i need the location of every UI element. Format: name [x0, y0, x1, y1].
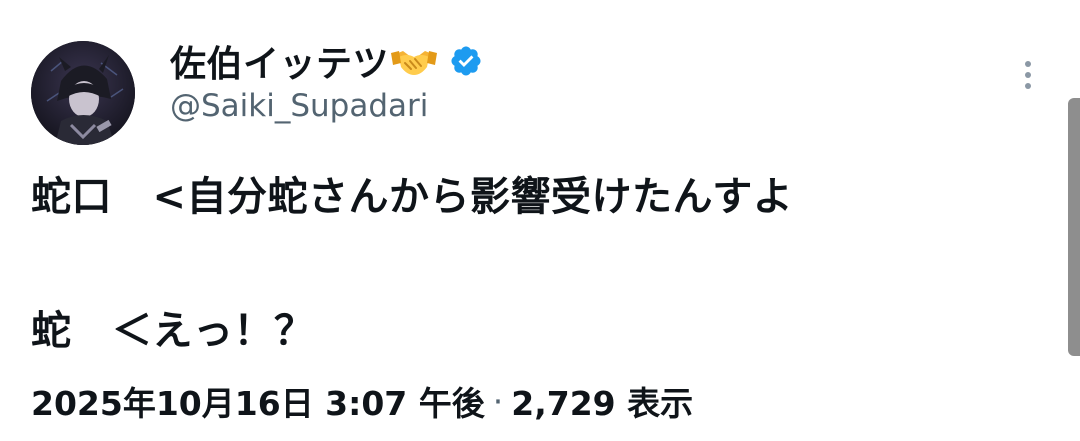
tweet-text-line-2: 蛇 ＜えっ！？	[31, 308, 315, 354]
avatar[interactable]	[31, 41, 135, 145]
author-handle[interactable]: @Saiki_Supadari	[170, 88, 428, 124]
avatar-image	[31, 41, 135, 145]
tweet: 佐伯イッテツ @Saiki_Supadari 蛇口 <自分蛇さんから影響受けたん…	[0, 0, 1080, 441]
scrollbar[interactable]	[1068, 98, 1080, 356]
verified-badge-icon[interactable]	[449, 44, 483, 78]
handshake-emoji-icon	[391, 41, 438, 81]
timestamp[interactable]: 2025年10月16日 3:07 午後	[31, 377, 485, 425]
view-count[interactable]: 2,729 表示	[511, 377, 693, 425]
tweet-meta: 2025年10月16日 3:07 午後 · 2,729 表示	[31, 377, 693, 425]
more-options-icon[interactable]	[1013, 57, 1043, 97]
author-name-row[interactable]: 佐伯イッテツ	[170, 34, 483, 88]
display-name[interactable]: 佐伯イッテツ	[170, 35, 389, 87]
meta-separator: ·	[492, 381, 504, 421]
tweet-text-line-1: 蛇口 <自分蛇さんから影響受けたんすよ	[31, 174, 794, 220]
